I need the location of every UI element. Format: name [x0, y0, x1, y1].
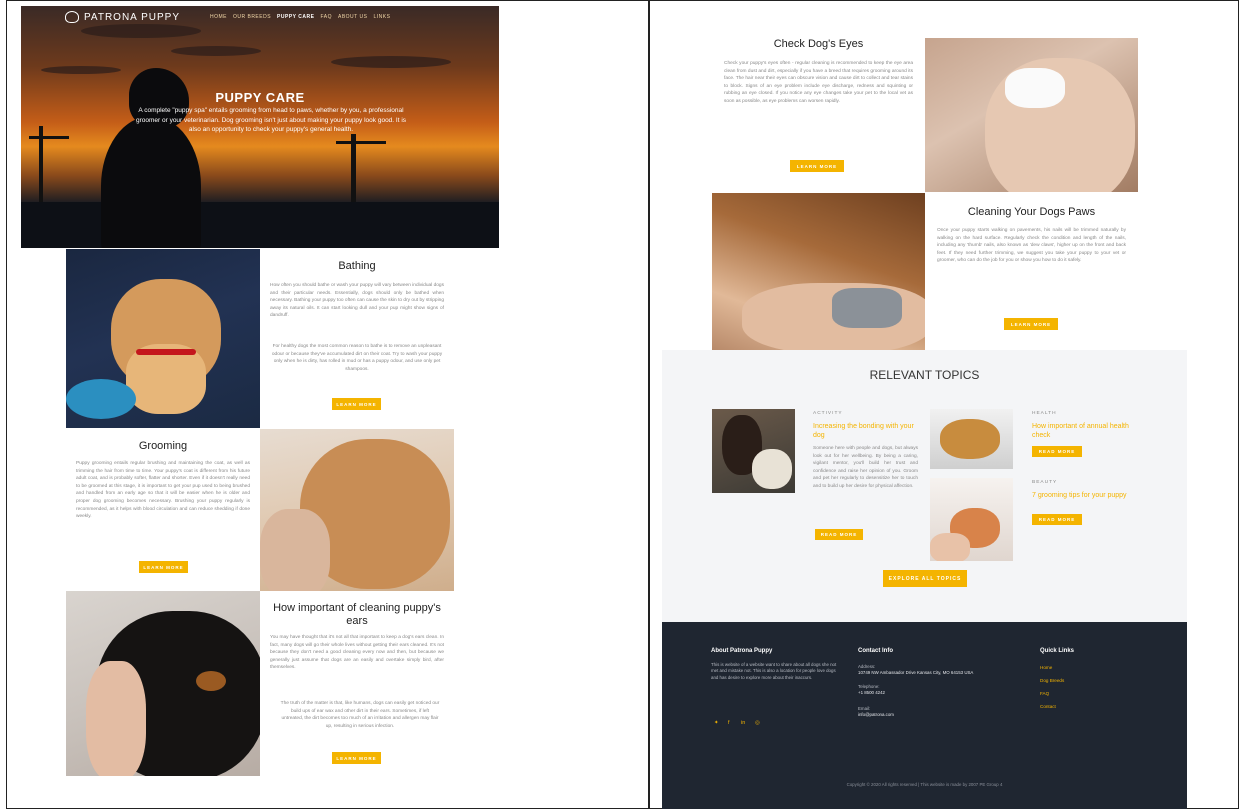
nav-item-our-breeds[interactable]: OUR BREEDS [233, 14, 271, 20]
paws-text: Once your puppy starts walking on paveme… [937, 228, 1126, 264]
topic-title[interactable]: 7 grooming tips for your puppy [1032, 491, 1132, 500]
footer-links-title: Quick Links [1040, 648, 1075, 654]
footer-phone: +1 8500 4242 [858, 690, 885, 695]
linkedin-icon[interactable]: in [741, 720, 745, 726]
blue-bowl [66, 379, 136, 419]
nail-clipper [832, 288, 902, 328]
ears-text-2: The truth of the matter is that, like hu… [280, 701, 440, 729]
hero-description: A complete "puppy spa" entails grooming … [135, 107, 407, 133]
facebook-icon[interactable]: f [728, 720, 730, 726]
dog-shape [752, 449, 792, 489]
brand-name: PATRONA PUPPY [84, 11, 180, 23]
footer-link-dog-breeds[interactable]: Dog Breeds [1040, 678, 1064, 683]
bathing-text-1: How often you should bathe or wash your … [270, 283, 444, 319]
hand-shape [260, 509, 330, 591]
site-footer: About Patrona Puppy This is website of a… [662, 622, 1187, 809]
eyes-title: Check Dog's Eyes [773, 38, 864, 50]
footer-link-home[interactable]: Home [1040, 665, 1052, 670]
hero-crane [336, 141, 386, 144]
ears-cleaning-photo [66, 591, 260, 776]
nav-item-faq[interactable]: FAQ [320, 14, 332, 20]
footer-about-text: This is website of a website want to sha… [711, 662, 837, 680]
footer-link-contact[interactable]: Contact [1040, 704, 1056, 709]
topics-title: RELEVANT TOPICS [869, 368, 980, 382]
footer-link-faq[interactable]: FAQ [1040, 691, 1049, 696]
topic-read-more-button[interactable]: READ MORE [1032, 446, 1082, 457]
ears-title: How important of cleaning puppy's ears [273, 602, 441, 627]
hero-banner: PATRONA PUPPY HOME OUR BREEDS PUPPY CARE… [21, 6, 499, 248]
top-navigation: PATRONA PUPPY HOME OUR BREEDS PUPPY CARE… [21, 6, 499, 28]
footer-email[interactable]: info@patrona.com [858, 712, 894, 718]
footer-address: 10749 NW Ambassador Drive Kansas City, M… [858, 670, 974, 675]
nav-item-about-us[interactable]: ABOUT US [338, 14, 367, 20]
red-collar [136, 349, 196, 355]
twitter-icon[interactable]: ✦ [714, 720, 719, 726]
nav-menu: HOME OUR BREEDS PUPPY CARE FAQ ABOUT US … [210, 14, 390, 20]
topic-health-photo[interactable] [930, 409, 1013, 469]
topic-title[interactable]: Increasing the bonding with your dog [813, 422, 918, 440]
hero-crane [351, 134, 356, 204]
grooming-learn-more-button[interactable]: LEARN MORE [139, 561, 188, 573]
bathing-text-2: For healthy dogs the most common reason … [271, 344, 443, 372]
paws-title: Cleaning Your Dogs Paws [967, 206, 1096, 218]
nav-item-home[interactable]: HOME [210, 14, 227, 20]
grooming-text: Puppy grooming entails regular brushing … [76, 461, 250, 520]
hero-cloud [171, 46, 261, 56]
grooming-title: Grooming [138, 440, 188, 452]
ears-learn-more-button[interactable]: LEARN MORE [332, 752, 381, 764]
eyes-text: Check your puppy's eyes often - regular … [724, 61, 913, 104]
eyes-learn-more-button[interactable]: LEARN MORE [790, 160, 844, 172]
brand-logo[interactable]: PATRONA PUPPY [65, 11, 180, 23]
bathing-learn-more-button[interactable]: LEARN MORE [332, 398, 381, 410]
topic-text: Someone here with people and dogs, but a… [813, 446, 918, 489]
paws-clipping-photo [712, 193, 925, 350]
cotton-pad [1005, 68, 1065, 108]
relevant-topics-section: RELEVANT TOPICS ACTIVITY Increasing the … [662, 350, 1187, 622]
paws-learn-more-button[interactable]: LEARN MORE [1004, 318, 1058, 330]
footer-contact-title: Contact Info [858, 648, 893, 654]
hero-water [21, 202, 499, 248]
explore-all-topics-button[interactable]: EXPLORE ALL TOPICS [883, 570, 967, 587]
bathing-puppy-photo [66, 249, 260, 428]
hero-cloud [41, 66, 121, 74]
dog-marking [196, 671, 226, 691]
topic-read-more-button[interactable]: READ MORE [815, 529, 863, 540]
topic-title[interactable]: How important of annual health check [1032, 422, 1132, 440]
ears-text-1: You may have thought that it's not all t… [270, 635, 444, 671]
topic-category: ACTIVITY [813, 411, 843, 416]
hero-crane [29, 136, 69, 139]
footer-copyright: Copyright © 2020 All rights reserved | T… [846, 782, 1003, 787]
topic-read-more-button[interactable]: READ MORE [1032, 514, 1082, 525]
nav-item-puppy-care[interactable]: PUPPY CARE [277, 14, 314, 20]
paw-logo-icon [65, 11, 79, 23]
hero-cloud [331, 56, 451, 68]
topic-bonding-photo[interactable] [712, 409, 795, 493]
dog-shape [940, 419, 1000, 459]
instagram-icon[interactable]: ◎ [755, 720, 760, 726]
topic-beauty-photo[interactable] [930, 478, 1013, 561]
topic-category: HEALTH [1032, 411, 1057, 416]
footer-about-title: About Patrona Puppy [711, 648, 773, 654]
grooming-dog-photo [260, 429, 454, 591]
eyes-cleaning-photo [925, 38, 1138, 192]
dog-silhouette-body [101, 116, 201, 248]
hand-shape [930, 533, 970, 561]
hero-title: PUPPY CARE [215, 90, 305, 105]
hand-shape [86, 661, 146, 776]
topic-category: BEAUTY [1032, 480, 1058, 485]
bathing-title: Bathing [338, 260, 376, 272]
nav-item-links[interactable]: LINKS [373, 14, 390, 20]
